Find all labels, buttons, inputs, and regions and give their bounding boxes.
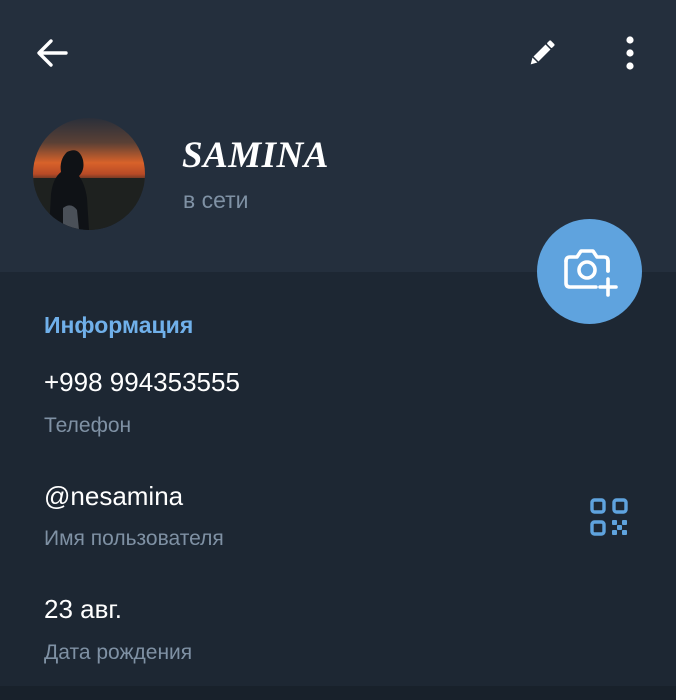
camera-add-icon xyxy=(563,248,618,297)
back-button[interactable] xyxy=(24,30,80,76)
avatar[interactable] xyxy=(33,118,145,230)
set-photo-button[interactable] xyxy=(537,219,642,324)
qr-code-icon xyxy=(590,498,628,536)
birthday-value: 23 авг. xyxy=(44,594,122,624)
section-divider xyxy=(0,686,676,700)
pencil-icon xyxy=(530,40,555,65)
info-section-title: Информация xyxy=(44,312,194,338)
more-options-button[interactable] xyxy=(608,28,652,78)
birthday-label: Дата рождения xyxy=(44,641,193,664)
more-vertical-icon xyxy=(626,36,634,70)
qr-code-button[interactable] xyxy=(583,493,635,541)
arrow-left-icon xyxy=(37,39,68,67)
online-status: в сети xyxy=(183,187,249,213)
edit-button[interactable] xyxy=(516,30,568,76)
phone-label: Телефон xyxy=(44,414,132,437)
phone-number[interactable]: +998 994353555 xyxy=(44,366,240,398)
username-value[interactable]: @nesamina xyxy=(44,480,183,512)
username-label: Имя пользователя xyxy=(44,527,224,550)
profile-name: SAMINA xyxy=(182,135,329,176)
